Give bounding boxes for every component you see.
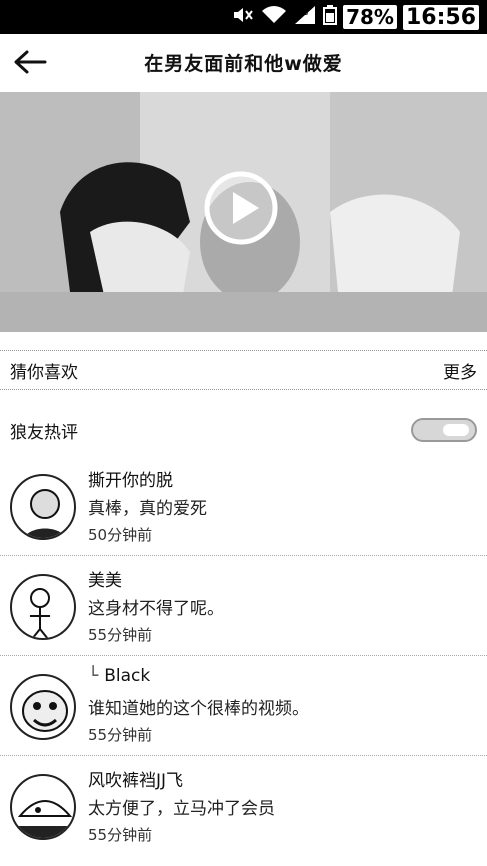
back-arrow-icon	[14, 50, 47, 74]
comment-item: └ Black 谁知道她的这个很棒的视频。 55分钟前	[0, 660, 487, 756]
back-button[interactable]	[0, 34, 60, 90]
avatar[interactable]	[10, 474, 76, 540]
comment-author[interactable]: └ Black	[88, 666, 150, 686]
comment-item: 风吹裤裆JJ飞 太方便了，立马冲了会员 55分钟前	[0, 760, 487, 856]
play-icon	[204, 171, 278, 245]
network-label: 4G	[297, 8, 308, 17]
comment-text: 太方便了，立马冲了会员	[88, 799, 275, 819]
avatar[interactable]	[10, 774, 76, 840]
comment-toggle[interactable]	[411, 418, 477, 442]
comment-time: 55分钟前	[88, 626, 153, 644]
comment-time: 55分钟前	[88, 826, 153, 844]
recommend-title: 猜你喜欢	[10, 362, 78, 383]
battery-icon	[323, 5, 338, 29]
comment-text: 这身材不得了呢。	[88, 599, 224, 619]
reply-icon: └	[88, 666, 99, 686]
comment-text: 真棒，真的爱死	[88, 499, 207, 519]
mute-icon	[233, 6, 255, 28]
comments-section-header: 狼友热评	[0, 410, 487, 450]
play-button[interactable]	[203, 170, 279, 246]
comment-item: 撕开你的脱 真棒，真的爱死 50分钟前	[0, 460, 487, 556]
avatar[interactable]	[10, 574, 76, 640]
wifi-icon	[261, 6, 287, 28]
comment-time: 55分钟前	[88, 726, 153, 744]
avatar[interactable]	[10, 674, 76, 740]
header: 在男友面前和他w做爱	[0, 34, 487, 90]
comment-time: 50分钟前	[88, 526, 153, 544]
battery-percent: 78%	[343, 5, 397, 29]
comments-title: 狼友热评	[10, 422, 78, 443]
signal-icon: 4G	[293, 5, 317, 29]
page-title: 在男友面前和他w做爱	[144, 52, 343, 75]
comment-item: 美美 这身材不得了呢。 55分钟前	[0, 560, 487, 656]
clock: 16:56	[402, 4, 479, 30]
video-player[interactable]	[0, 92, 487, 332]
comment-author[interactable]: 美美	[88, 566, 122, 591]
comment-author[interactable]: 撕开你的脱	[88, 466, 173, 491]
status-bar: 4G 78% 16:56	[0, 0, 487, 34]
recommend-section-header: 猜你喜欢 更多	[0, 350, 487, 390]
more-link[interactable]: 更多	[443, 358, 477, 383]
comment-text: 谁知道她的这个很棒的视频。	[88, 699, 309, 719]
comment-author-name: Black	[104, 666, 151, 686]
comment-author[interactable]: 风吹裤裆JJ飞	[88, 766, 183, 791]
